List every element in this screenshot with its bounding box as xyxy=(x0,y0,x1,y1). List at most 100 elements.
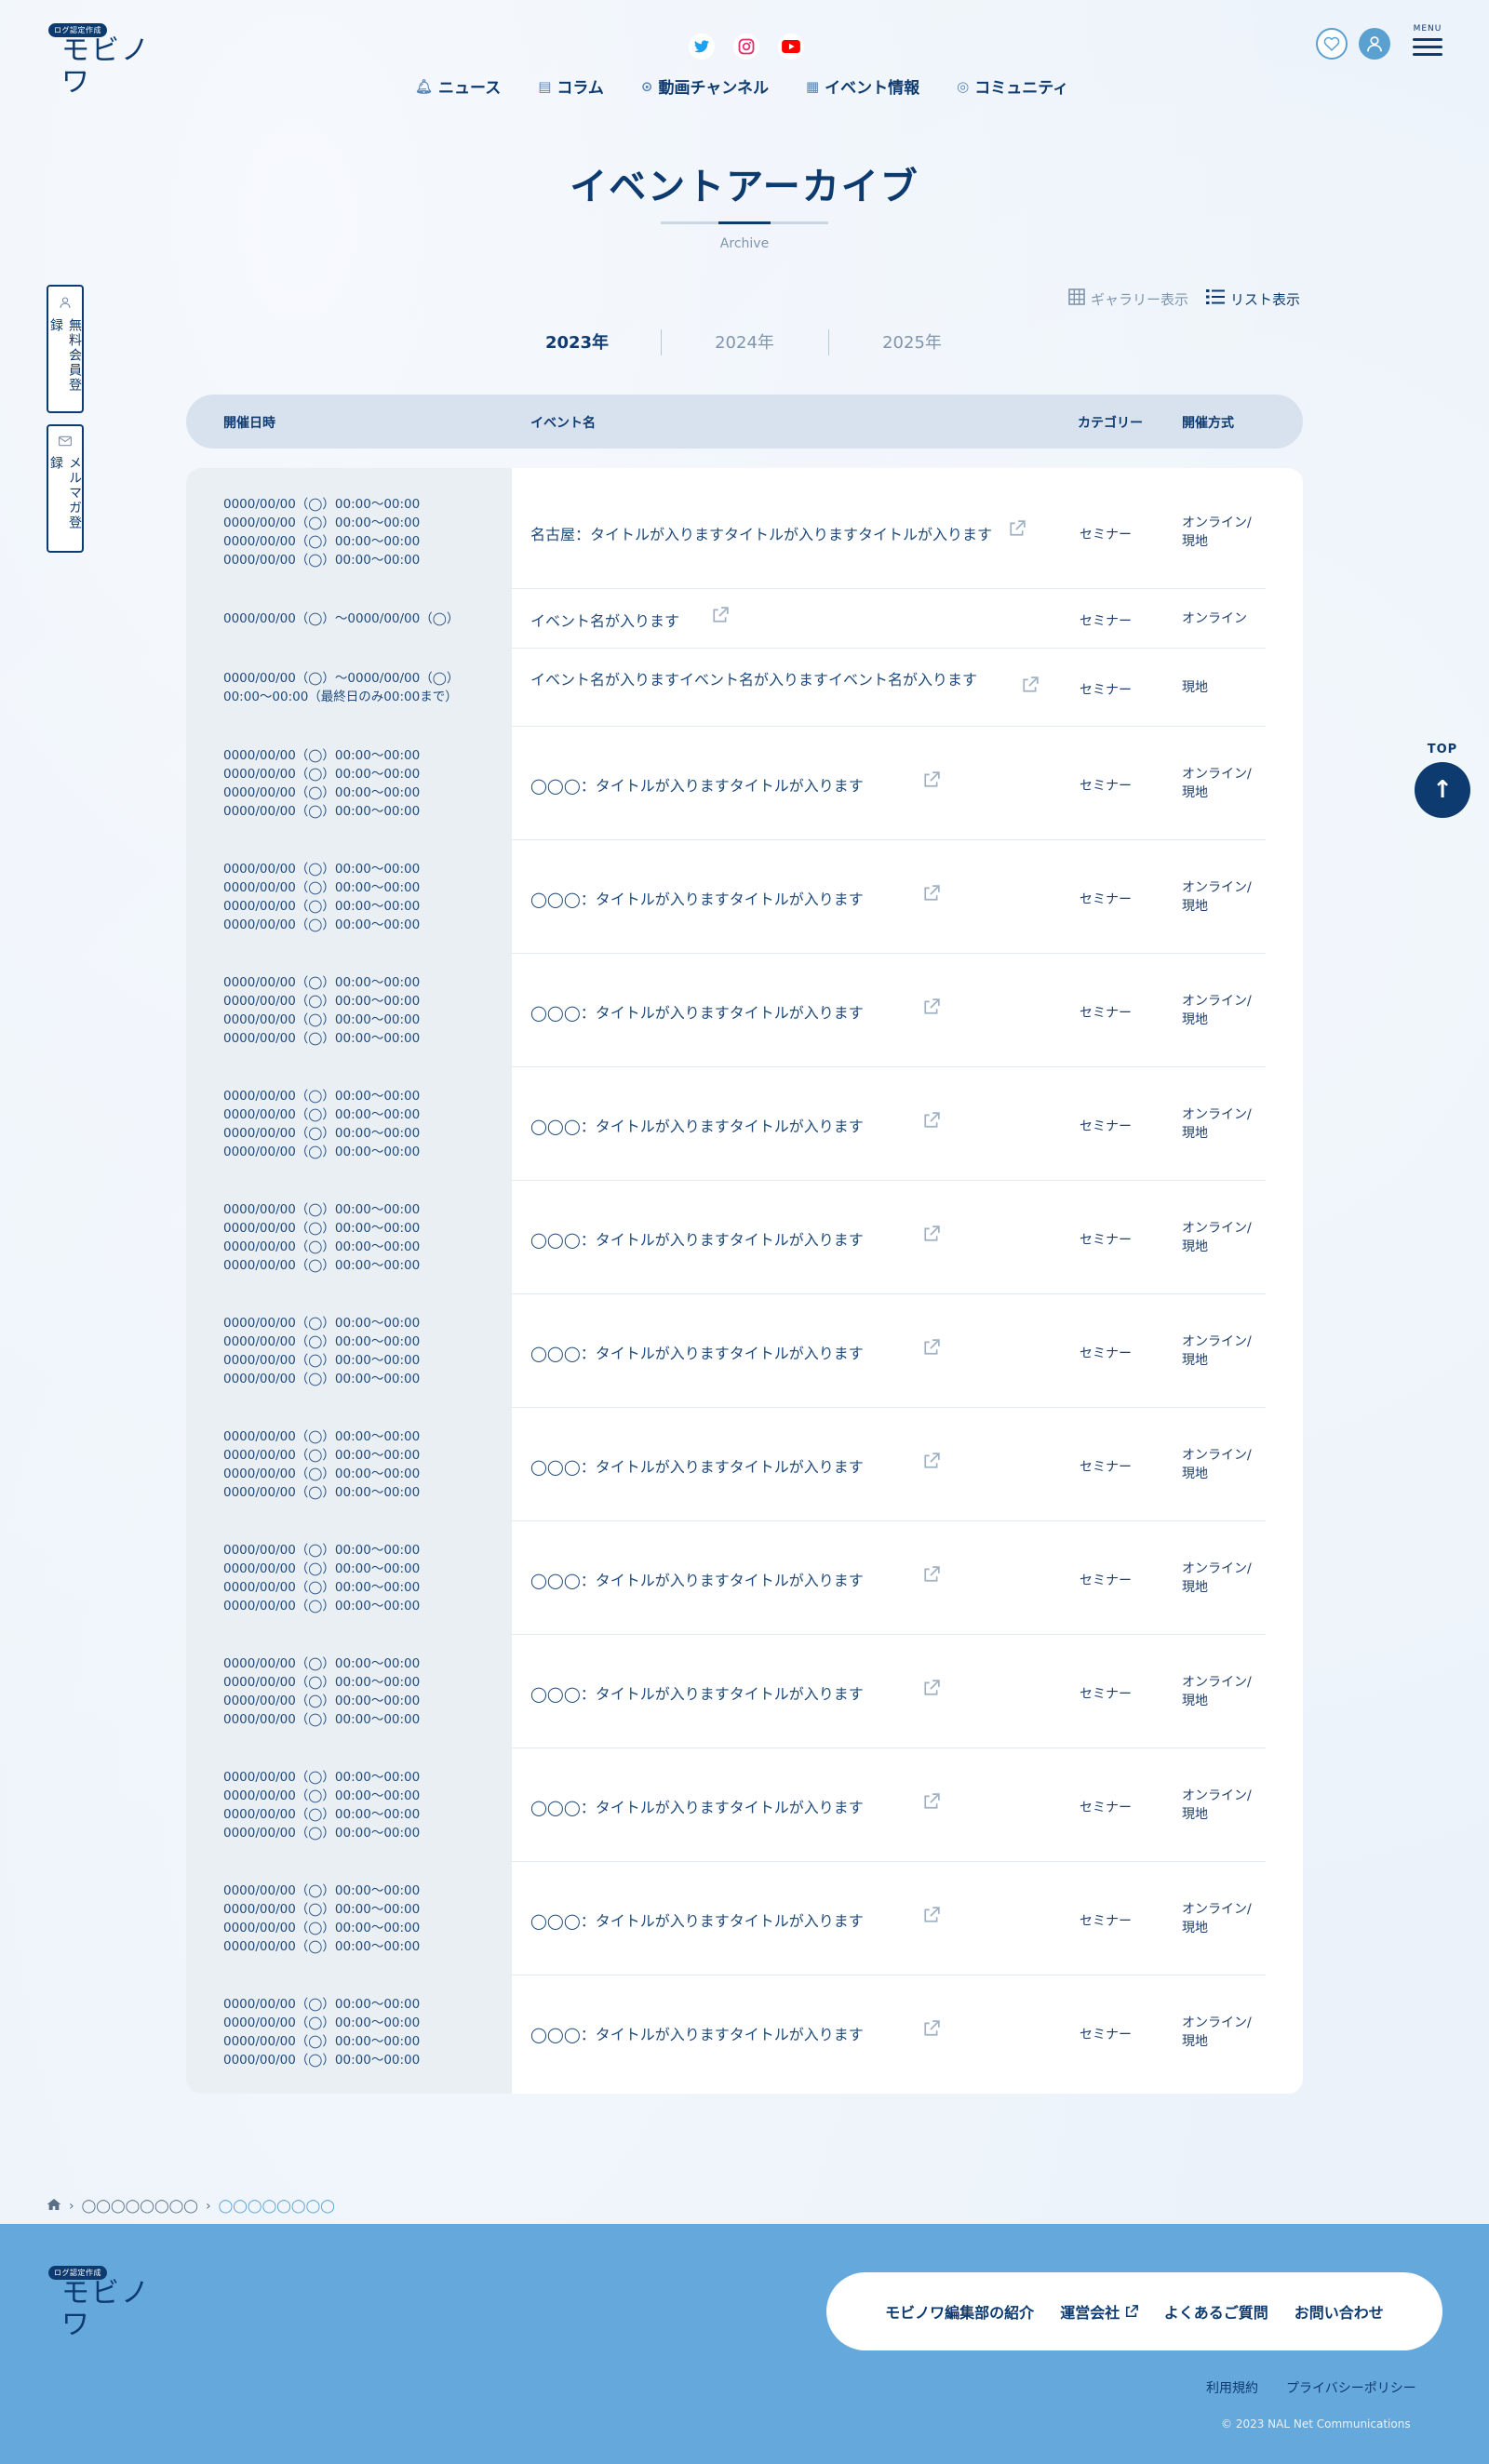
table-row[interactable]: 0000/00/00（◯）00:00〜00:00 0000/00/00（◯）00:… xyxy=(186,1862,1303,1975)
nav-event[interactable]: ▦ イベント情報 xyxy=(806,74,919,99)
hamburger-menu-button[interactable]: MENU xyxy=(1411,24,1444,60)
event-name-link[interactable]: 名古屋：タイトルが入りますタイトルが入りますタイトルが入ります xyxy=(530,522,992,544)
nav-news[interactable]: 🔔︎ ニュース xyxy=(415,74,501,99)
event-date-line: 0000/00/00（◯）00:00〜00:00 xyxy=(223,1145,421,1159)
event-date-line: 0000/00/00（◯）00:00〜00:00 xyxy=(223,880,421,895)
tab-2025[interactable]: 2025年 xyxy=(828,326,996,361)
twitter-icon[interactable] xyxy=(689,33,715,60)
footer-link-company[interactable]: 運営会社 xyxy=(1060,2300,1138,2323)
table-row[interactable]: 0000/00/00（◯）00:00〜00:00 0000/00/00（◯）00:… xyxy=(186,1067,1303,1181)
free-register-side-button[interactable]: 無料会員登録 xyxy=(47,285,84,413)
list-view-label: リスト表示 xyxy=(1230,290,1301,308)
event-method: オンライン/現地 xyxy=(1182,1446,1266,1483)
external-link-icon[interactable] xyxy=(1022,676,1039,697)
external-link-icon[interactable] xyxy=(712,607,729,627)
event-method: オンライン xyxy=(1182,609,1266,628)
footer-link-terms[interactable]: 利用規約 xyxy=(1206,2378,1258,2397)
event-category: セミナー xyxy=(1080,1233,1132,1248)
footer-logo[interactable]: ログ認定作成 モビノワ xyxy=(48,2261,151,2341)
arrow-up-icon: ↑ xyxy=(1415,762,1470,818)
table-row[interactable]: 0000/00/00（◯）00:00〜00:00 0000/00/00（◯）00:… xyxy=(186,1635,1303,1748)
event-date-line: 0000/00/00（◯）00:00〜00:00 xyxy=(223,1561,421,1576)
table-row[interactable]: 0000/00/00（◯）00:00〜00:00 0000/00/00（◯）00:… xyxy=(186,727,1303,840)
event-name-link[interactable]: イベント名が入ります xyxy=(530,609,679,631)
event-method: オンライン/現地 xyxy=(1182,1219,1266,1256)
favorite-heart-icon[interactable] xyxy=(1316,28,1348,60)
event-name-link[interactable]: ◯◯◯：タイトルが入りますタイトルが入ります xyxy=(530,773,864,796)
event-date-line: 0000/00/00（◯）00:00〜00:00 xyxy=(223,1429,421,1444)
event-date-line: 0000/00/00（◯）00:00〜00:00 xyxy=(223,1089,421,1104)
event-date-line: 0000/00/00（◯）00:00〜00:00 xyxy=(223,1788,421,1803)
event-name-link[interactable]: ◯◯◯：タイトルが入りますタイトルが入ります xyxy=(530,1341,864,1363)
nav-community[interactable]: ◎ コミュニティ xyxy=(957,74,1068,99)
external-link-icon[interactable] xyxy=(923,1680,940,1700)
nav-video[interactable]: ⊙ 動画チャンネル xyxy=(641,74,769,99)
event-date-line: 0000/00/00（◯）00:00〜00:00 xyxy=(223,1675,421,1690)
copyright: © 2023 NAL Net Communications xyxy=(1221,2417,1411,2431)
event-name-link[interactable]: ◯◯◯：タイトルが入りますタイトルが入ります xyxy=(530,887,864,909)
back-to-top-button[interactable]: TOP ↑ xyxy=(1413,743,1472,818)
site-logo[interactable]: ログ認定作成 モビノワ xyxy=(48,19,151,99)
event-date: 0000/00/00（◯）00:00〜00:00 0000/00/00（◯）00:… xyxy=(223,1427,503,1502)
external-link-icon[interactable] xyxy=(923,1339,940,1359)
event-name-link[interactable]: ◯◯◯：タイトルが入りますタイトルが入ります xyxy=(530,1795,864,1817)
footer-link-editorial[interactable]: モビノワ編集部の紹介 xyxy=(885,2300,1034,2323)
event-date-line: 0000/00/00（◯）00:00〜00:00 xyxy=(223,899,421,914)
gallery-view-label: ギャラリー表示 xyxy=(1091,290,1189,308)
event-name-link[interactable]: ◯◯◯：タイトルが入りますタイトルが入ります xyxy=(530,1114,864,1136)
table-row[interactable]: 0000/00/00（◯）〜0000/00/00（◯） 00:00〜00:00（最… xyxy=(186,649,1303,727)
list-view-toggle[interactable]: リスト表示 xyxy=(1206,288,1300,309)
event-name-link[interactable]: ◯◯◯：タイトルが入りますタイトルが入ります xyxy=(530,1227,864,1250)
table-row[interactable]: 0000/00/00（◯）00:00〜00:00 0000/00/00（◯）00:… xyxy=(186,475,1303,589)
event-method-line: オンライン xyxy=(1182,611,1247,626)
external-link-icon[interactable] xyxy=(1009,520,1026,541)
table-row[interactable]: 0000/00/00（◯）00:00〜00:00 0000/00/00（◯）00:… xyxy=(186,1748,1303,1862)
menu-bar xyxy=(1413,38,1442,41)
external-link-icon[interactable] xyxy=(923,1112,940,1132)
footer-link-privacy[interactable]: プライバシーポリシー xyxy=(1286,2378,1416,2397)
event-name-link[interactable]: ◯◯◯：タイトルが入りますタイトルが入ります xyxy=(530,1000,864,1023)
event-name-link[interactable]: ◯◯◯：タイトルが入りますタイトルが入ります xyxy=(530,2022,864,2044)
tab-2023[interactable]: 2023年 xyxy=(493,326,661,361)
external-link-icon xyxy=(1125,2304,1138,2322)
nav-column[interactable]: ▤ コラム xyxy=(538,74,604,99)
home-icon[interactable] xyxy=(47,2198,61,2215)
event-name-link[interactable]: イベント名が入りますイベント名が入りますイベント名が入ります xyxy=(530,667,977,690)
event-name-link[interactable]: ◯◯◯：タイトルが入りますタイトルが入ります xyxy=(530,1568,864,1590)
table-row[interactable]: 0000/00/00（◯）00:00〜00:00 0000/00/00（◯）00:… xyxy=(186,1521,1303,1635)
table-row[interactable]: 0000/00/00（◯）00:00〜00:00 0000/00/00（◯）00:… xyxy=(186,1181,1303,1294)
event-date-line: 0000/00/00（◯）00:00〜00:00 xyxy=(223,785,421,800)
external-link-icon[interactable] xyxy=(923,998,940,1019)
table-row[interactable]: 0000/00/00（◯）00:00〜00:00 0000/00/00（◯）00:… xyxy=(186,1975,1303,2089)
event-name-link[interactable]: ◯◯◯：タイトルが入りますタイトルが入ります xyxy=(530,1908,864,1931)
footer-sub-links: 利用規約 プライバシーポリシー xyxy=(1206,2378,1416,2397)
breadcrumb-item[interactable]: ◯◯◯◯◯◯◯◯ xyxy=(82,2199,198,2214)
external-link-icon[interactable] xyxy=(923,1453,940,1473)
user-account-icon[interactable] xyxy=(1359,28,1390,60)
table-row[interactable]: 0000/00/00（◯）00:00〜00:00 0000/00/00（◯）00:… xyxy=(186,1408,1303,1521)
external-link-icon[interactable] xyxy=(923,1793,940,1814)
event-name-link[interactable]: ◯◯◯：タイトルが入りますタイトルが入ります xyxy=(530,1681,864,1704)
footer-link-faq[interactable]: よくあるご質問 xyxy=(1164,2300,1268,2323)
event-category: セミナー xyxy=(1080,1460,1132,1475)
gallery-view-toggle[interactable]: ギャラリー表示 xyxy=(1068,288,1188,309)
footer-link-pill: モビノワ編集部の紹介 運営会社 よくあるご質問 お問い合わせ xyxy=(826,2272,1442,2350)
external-link-icon[interactable] xyxy=(923,1225,940,1246)
mailmag-side-button[interactable]: メルマガ登録 xyxy=(47,424,84,553)
instagram-icon[interactable] xyxy=(733,33,759,60)
table-row[interactable]: 0000/00/00（◯）〜0000/00/00（◯） イベント名が入ります セミナ… xyxy=(186,589,1303,649)
table-row[interactable]: 0000/00/00（◯）00:00〜00:00 0000/00/00（◯）00:… xyxy=(186,840,1303,954)
external-link-icon[interactable] xyxy=(923,1566,940,1587)
external-link-icon[interactable] xyxy=(923,2020,940,2041)
external-link-icon[interactable] xyxy=(923,771,940,792)
event-date: 0000/00/00（◯）00:00〜00:00 0000/00/00（◯）00:… xyxy=(223,860,503,934)
tab-2024[interactable]: 2024年 xyxy=(661,326,828,361)
table-row[interactable]: 0000/00/00（◯）00:00〜00:00 0000/00/00（◯）00:… xyxy=(186,1294,1303,1408)
external-link-icon[interactable] xyxy=(923,1907,940,1927)
footer-link-contact[interactable]: お問い合わせ xyxy=(1294,2300,1384,2323)
youtube-icon[interactable] xyxy=(778,33,804,60)
event-name-link[interactable]: ◯◯◯：タイトルが入りますタイトルが入ります xyxy=(530,1454,864,1477)
event-method: オンライン/現地 xyxy=(1182,2014,1266,2051)
table-row[interactable]: 0000/00/00（◯）00:00〜00:00 0000/00/00（◯）00:… xyxy=(186,954,1303,1067)
external-link-icon[interactable] xyxy=(923,885,940,905)
